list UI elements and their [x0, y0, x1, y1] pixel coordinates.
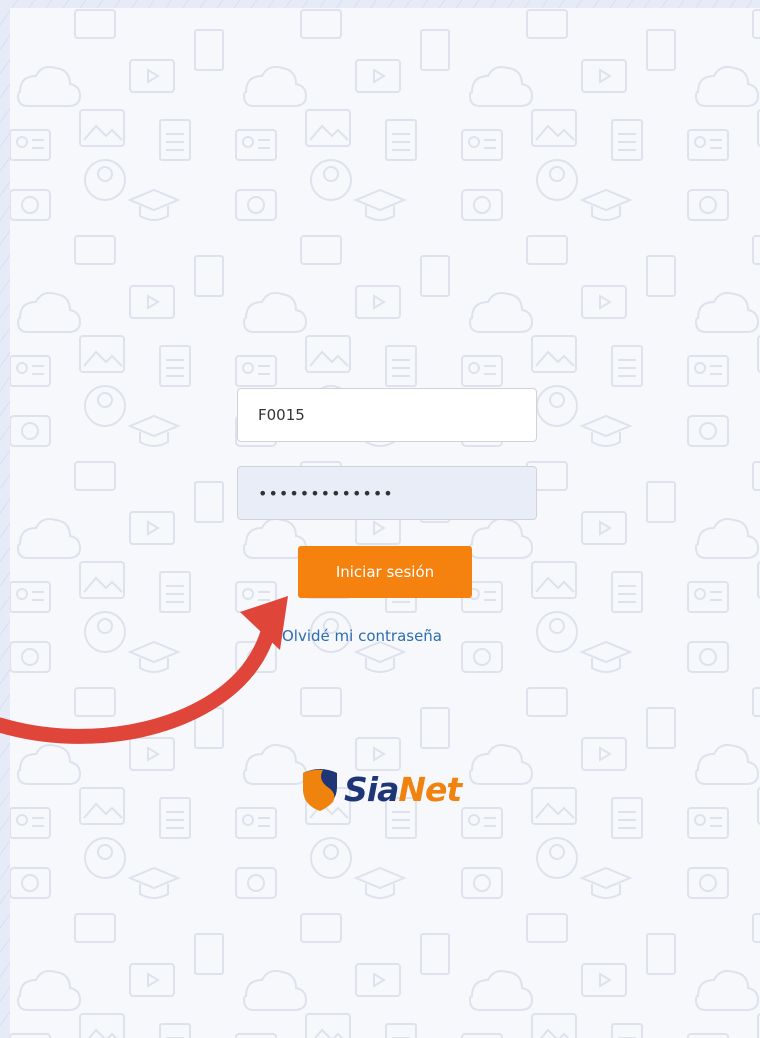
logo-text: SiaNet: [344, 769, 462, 809]
shield-logo-icon: [303, 769, 337, 811]
login-page: Iniciar sesión Olvidé mi contraseña SiaN…: [0, 0, 760, 1038]
forgot-password-link[interactable]: Olvidé mi contraseña: [282, 627, 512, 645]
sianet-logo: SiaNet: [300, 764, 462, 814]
login-button[interactable]: Iniciar sesión: [298, 546, 472, 598]
username-input[interactable]: [237, 388, 537, 442]
password-input[interactable]: [237, 466, 537, 520]
logo-text-net: Net: [398, 769, 462, 809]
logo-text-sia: Sia: [344, 769, 399, 809]
login-form: Iniciar sesión Olvidé mi contraseña: [0, 0, 760, 1038]
